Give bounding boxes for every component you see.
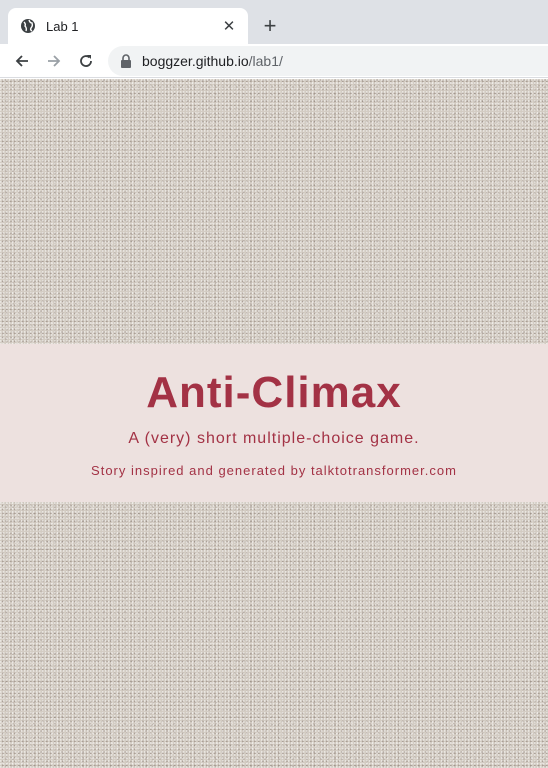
arrow-left-icon bbox=[15, 55, 28, 67]
lock-icon[interactable] bbox=[120, 54, 132, 68]
reload-button[interactable] bbox=[72, 47, 100, 75]
arrow-right-icon bbox=[48, 55, 61, 67]
back-button[interactable] bbox=[8, 47, 36, 75]
tab-strip: Lab 1 ✕ + bbox=[0, 0, 548, 44]
url-host: boggzer.github.io bbox=[142, 53, 249, 69]
browser-tab[interactable]: Lab 1 ✕ bbox=[8, 8, 248, 44]
url-text: boggzer.github.io/lab1/ bbox=[142, 53, 283, 69]
plus-icon[interactable]: + bbox=[256, 12, 284, 40]
reload-icon bbox=[80, 55, 92, 67]
page-content: Anti-Climax A (very) short multiple-choi… bbox=[0, 79, 548, 768]
story-credit: Story inspired and generated by talktotr… bbox=[91, 463, 457, 478]
browser-toolbar: boggzer.github.io/lab1/ bbox=[0, 44, 548, 78]
page-title: Anti-Climax bbox=[146, 368, 402, 417]
url-path: /lab1/ bbox=[248, 53, 283, 69]
close-icon[interactable]: ✕ bbox=[220, 17, 238, 35]
tab-title: Lab 1 bbox=[46, 18, 79, 34]
globe-icon bbox=[20, 18, 36, 34]
address-bar[interactable]: boggzer.github.io/lab1/ bbox=[108, 46, 548, 76]
page-subtitle: A (very) short multiple-choice game. bbox=[128, 430, 420, 447]
forward-button[interactable] bbox=[40, 47, 68, 75]
title-banner: Anti-Climax A (very) short multiple-choi… bbox=[0, 344, 548, 502]
